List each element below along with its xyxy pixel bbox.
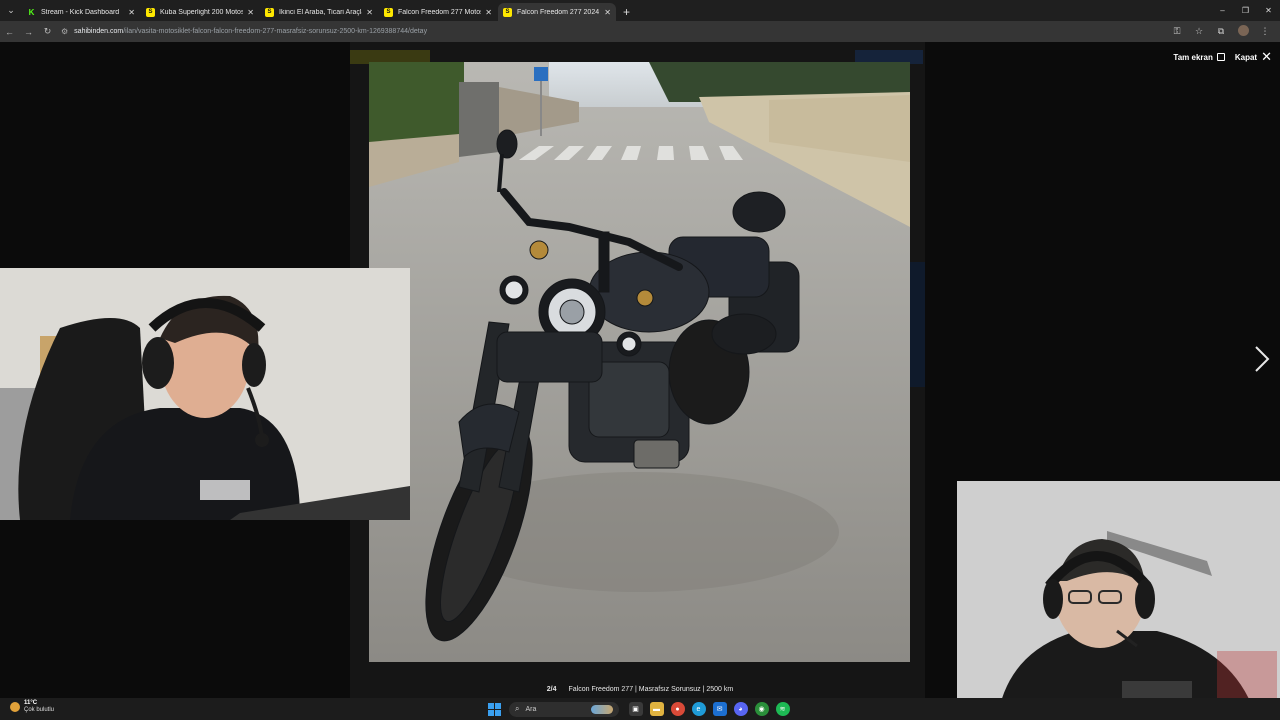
tab-title: Stream - Kick Dashboard — [41, 8, 120, 16]
window-close-icon[interactable]: ✕ — [1257, 6, 1280, 15]
browser-menu-icon[interactable]: ⋮ — [1254, 26, 1276, 37]
tab-close-icon[interactable]: ✕ — [128, 8, 135, 17]
weather-temperature: 11°C — [24, 700, 38, 706]
address-toolbar: ← → ↻ ⚙ sahibinden.com /ilan/vasita-moto… — [0, 21, 1280, 42]
extensions-icon[interactable]: ⧉ — [1210, 26, 1232, 37]
restore-icon[interactable]: ❐ — [1234, 6, 1257, 15]
weather-widget[interactable]: 11°C Çok bulutlu — [10, 700, 54, 714]
streamer-webcam-right — [957, 481, 1280, 720]
tab-title: İkinci El Araba, Ticari Araçlar, M — [279, 8, 362, 16]
close-icon: ✕ — [1261, 49, 1272, 64]
tab-title: Falcon Freedom 277 Motosiklet — [398, 8, 481, 16]
back-arrow-icon[interactable]: ← — [0, 27, 19, 37]
url-path: /ilan/vasita-motosiklet-falcon-falcon-fr… — [123, 28, 428, 35]
tab-kuba-superlight[interactable]: S Kuba Superlight 200 Motosiklet ✕ — [141, 3, 259, 21]
windows-start-icon[interactable] — [488, 702, 501, 716]
sahibinden-icon: S — [384, 7, 393, 17]
tab-close-icon[interactable]: ✕ — [247, 8, 254, 17]
listing-photo[interactable] — [369, 62, 910, 662]
url-host: sahibinden.com — [74, 28, 124, 35]
webcam-person-illustration — [0, 268, 410, 520]
site-info-icon[interactable]: ⚙ — [61, 27, 68, 36]
edge-icon[interactable]: e — [691, 702, 706, 716]
webcam-person-illustration — [957, 481, 1280, 720]
weather-description: Çok bulutlu — [24, 707, 55, 713]
tab-kick-dashboard[interactable]: K Stream - Kick Dashboard ✕ — [22, 3, 140, 21]
browser-tab-strip: ⌄ K Stream - Kick Dashboard ✕ S Kuba Sup… — [0, 0, 1280, 21]
spotify-icon[interactable]: ≋ — [775, 702, 790, 716]
window-controls: – ❐ ✕ — [1211, 0, 1280, 21]
chrome-profile-icon[interactable]: ◉ — [754, 702, 769, 716]
fullscreen-button[interactable]: Tam ekran — [1173, 52, 1225, 62]
profile-avatar[interactable] — [1232, 25, 1254, 38]
photo-counter: 2/4 — [546, 685, 557, 693]
tab-falcon-freedom[interactable]: S Falcon Freedom 277 Motosiklet ✕ — [379, 3, 497, 21]
motorcycle-photo-illustration — [369, 62, 910, 662]
close-label: Kapat — [1234, 52, 1258, 62]
chrome-icon[interactable]: ● — [670, 702, 685, 716]
next-photo-arrow-icon[interactable] — [1252, 344, 1272, 374]
lightbox-toolbar: Tam ekran Kapat ✕ — [1163, 49, 1272, 65]
url-bar[interactable]: ⚙ sahibinden.com /ilan/vasita-motosiklet… — [61, 23, 1166, 40]
sahibinden-icon: S — [265, 7, 274, 17]
forward-arrow-icon[interactable]: → — [19, 27, 38, 37]
minimize-icon[interactable]: – — [1211, 6, 1234, 15]
tab-search-chevron-icon[interactable]: ⌄ — [0, 0, 22, 21]
sahibinden-icon: S — [146, 7, 155, 17]
fullscreen-label: Tam ekran — [1173, 52, 1213, 62]
tab-title: Falcon Freedom 277 2024 Mod — [517, 8, 600, 16]
file-explorer-icon[interactable]: ▬ — [649, 702, 664, 716]
mail-icon[interactable]: ✉ — [712, 702, 727, 716]
photo-caption-bar: 2/4 Falcon Freedom 277 | Masrafsız Sorun… — [350, 682, 930, 696]
search-placeholder: Ara — [525, 705, 537, 713]
windows-taskbar: 11°C Çok bulutlu ⌕ Ara ▣ ▬ ● e ✉ ◕ ◉ ≋ — [0, 698, 1280, 720]
photo-caption: Falcon Freedom 277 | Masrafsız Sorunsuz … — [568, 685, 734, 693]
close-lightbox-button[interactable]: Kapat ✕ — [1235, 49, 1272, 65]
taskbar-search-box[interactable]: ⌕ Ara — [509, 701, 619, 717]
tab-close-icon[interactable]: ✕ — [485, 8, 492, 17]
tab-ikinci-el-araba[interactable]: S İkinci El Araba, Ticari Araçlar, M ✕ — [260, 3, 378, 21]
search-highlight-icon — [591, 704, 613, 714]
dimmed-side-panel — [910, 262, 925, 387]
kick-icon: K — [27, 7, 36, 17]
new-tab-button[interactable]: + — [623, 3, 630, 21]
weather-icon — [10, 702, 20, 712]
fullscreen-icon — [1216, 53, 1225, 61]
tab-falcon-freedom-2024[interactable]: S Falcon Freedom 277 2024 Mod ✕ — [498, 3, 616, 21]
taskbar-center: ⌕ Ara ▣ ▬ ● e ✉ ◕ ◉ ≋ — [488, 700, 793, 718]
search-icon: ⌕ — [515, 704, 520, 713]
streamer-webcam-left — [0, 268, 410, 520]
tab-close-icon[interactable]: ✕ — [366, 8, 373, 17]
discord-icon[interactable]: ◕ — [733, 702, 748, 716]
sahibinden-icon: S — [503, 7, 512, 17]
password-key-icon[interactable]: ⚿ — [1166, 26, 1188, 37]
task-view-icon[interactable]: ▣ — [628, 702, 643, 716]
reload-icon[interactable]: ↻ — [38, 26, 57, 37]
tab-close-icon[interactable]: ✕ — [604, 8, 611, 17]
tab-title: Kuba Superlight 200 Motosiklet — [160, 8, 244, 16]
bookmark-star-icon[interactable]: ☆ — [1188, 26, 1210, 37]
